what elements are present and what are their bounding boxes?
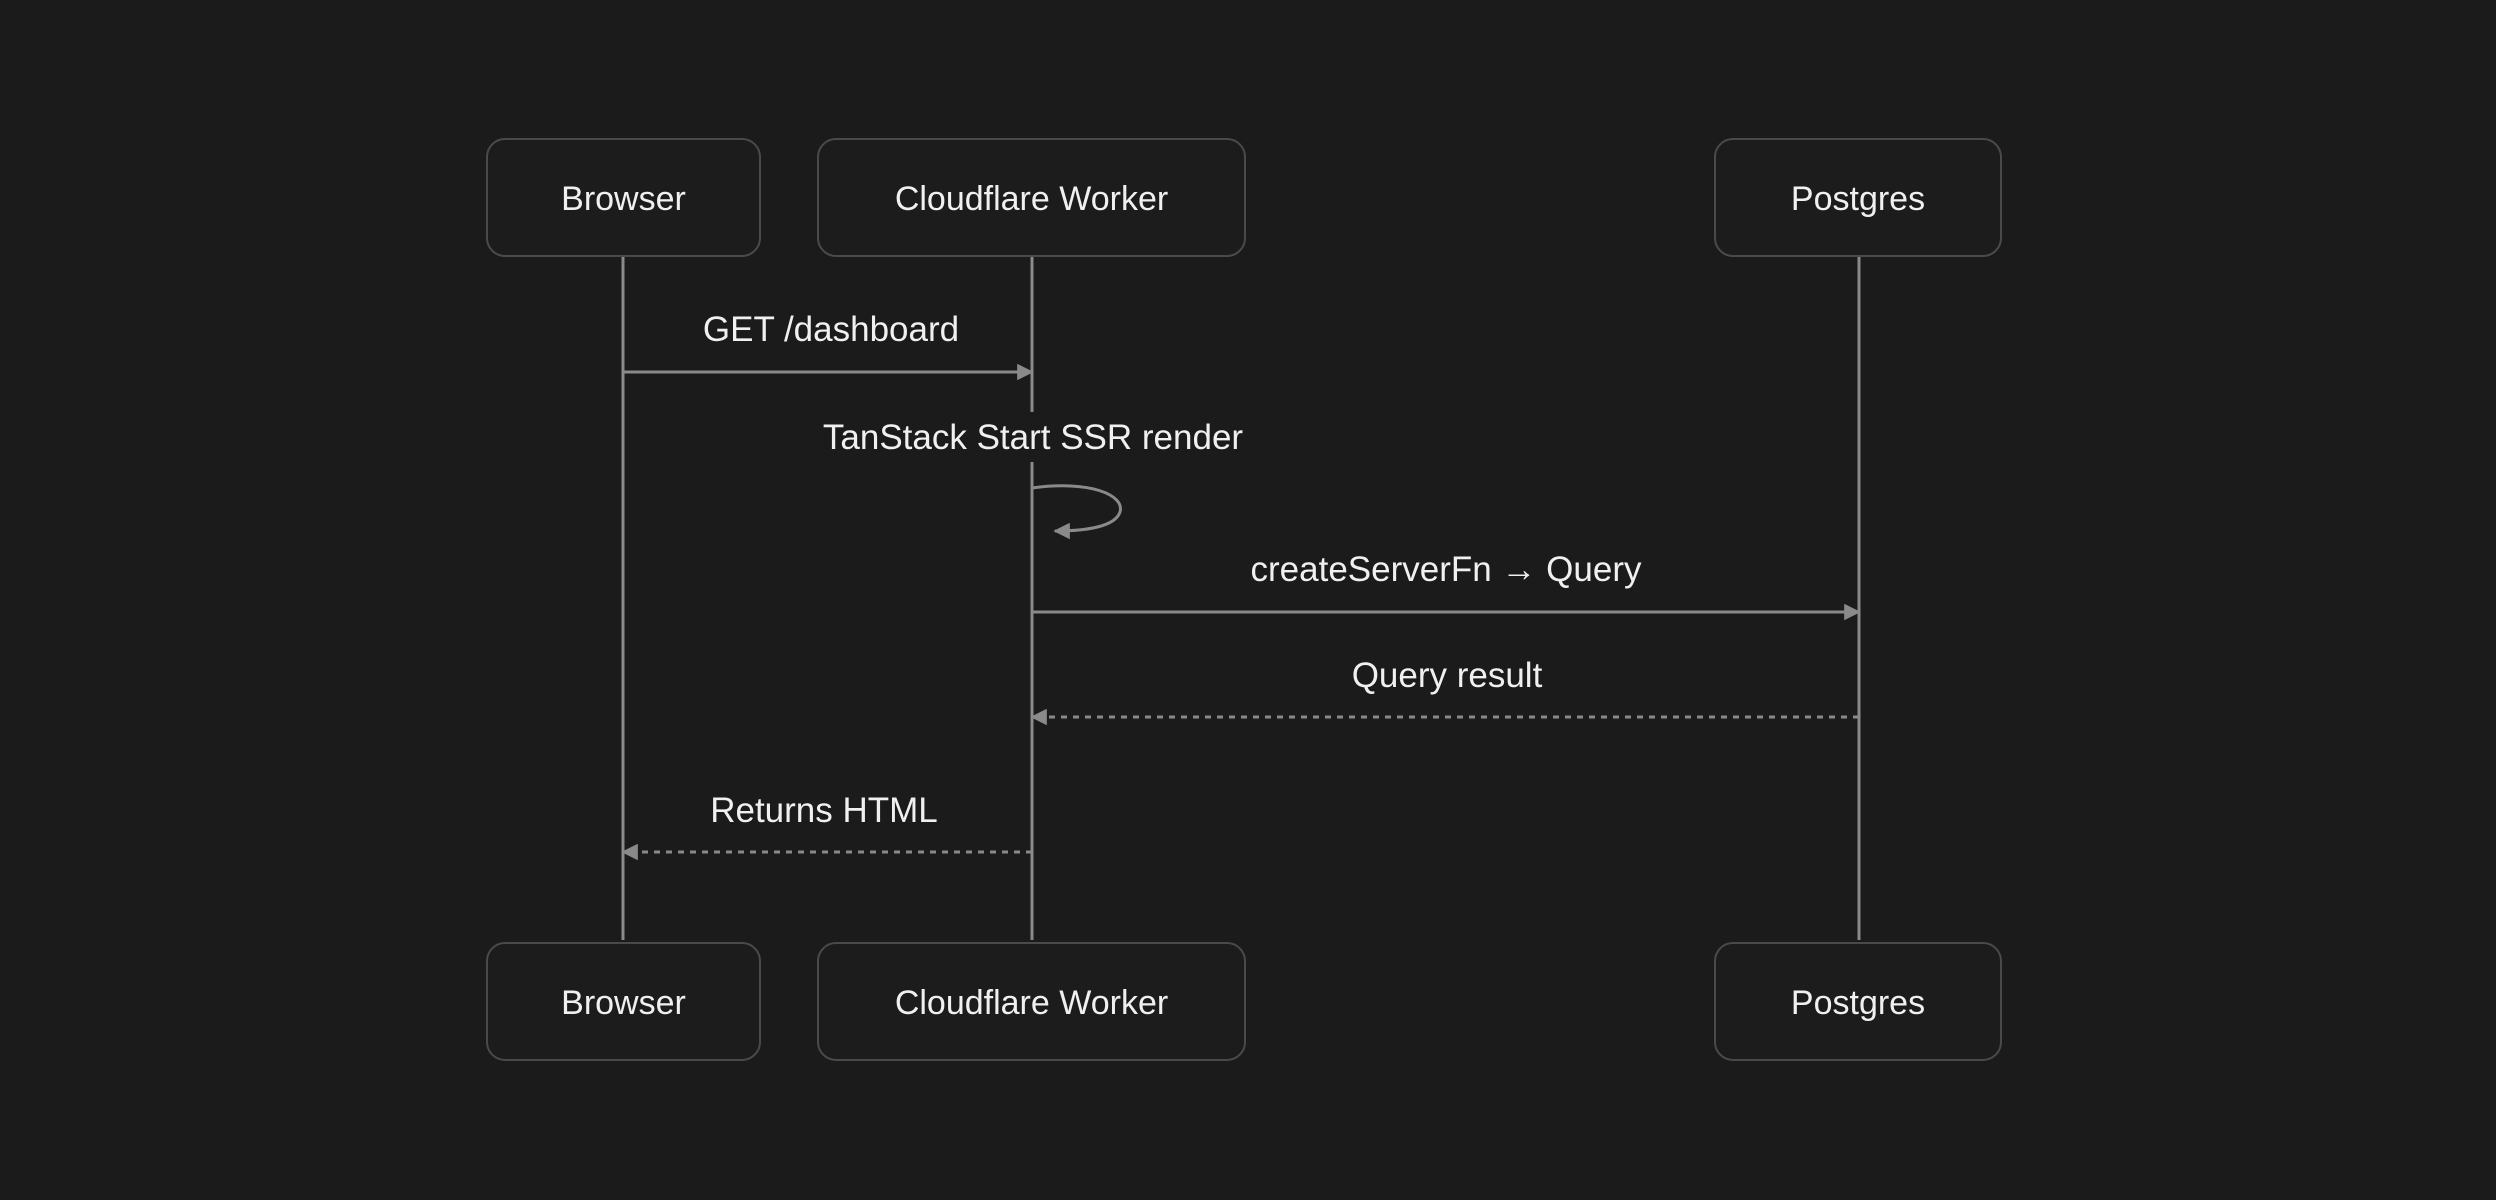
actor-top-worker: Cloudflare Worker bbox=[817, 138, 1246, 257]
self-loop-arrow bbox=[1031, 484, 1122, 540]
message-label: GET /dashboard bbox=[703, 310, 959, 349]
message-label: createServerFn → Query bbox=[1251, 550, 1642, 589]
sequence-diagram: Browser Cloudflare Worker Postgres Brows… bbox=[486, 138, 2002, 1061]
actor-label: Browser bbox=[561, 984, 686, 1022]
message-query-result: Query result bbox=[1030, 656, 1859, 726]
actor-bottom-postgres: Postgres bbox=[1714, 942, 2002, 1061]
actor-label: Browser bbox=[561, 180, 686, 218]
actor-bottom-browser: Browser bbox=[486, 942, 761, 1061]
message-label: Returns HTML bbox=[710, 791, 938, 830]
message-label: Query result bbox=[1352, 656, 1543, 695]
message-create-server-fn: createServerFn → Query bbox=[1032, 550, 1861, 621]
actor-label: Cloudflare Worker bbox=[895, 180, 1168, 218]
actor-label: Postgres bbox=[1791, 180, 1925, 218]
message-get-dashboard: GET /dashboard bbox=[623, 310, 1034, 381]
message-label: TanStack Start SSR render bbox=[823, 418, 1244, 457]
actor-label: Postgres bbox=[1791, 984, 1925, 1022]
actor-top-postgres: Postgres bbox=[1714, 138, 2002, 257]
actor-label: Cloudflare Worker bbox=[895, 984, 1168, 1022]
actor-bottom-worker: Cloudflare Worker bbox=[817, 942, 1246, 1061]
message-returns-html: Returns HTML bbox=[621, 791, 1032, 861]
actor-top-browser: Browser bbox=[486, 138, 761, 257]
